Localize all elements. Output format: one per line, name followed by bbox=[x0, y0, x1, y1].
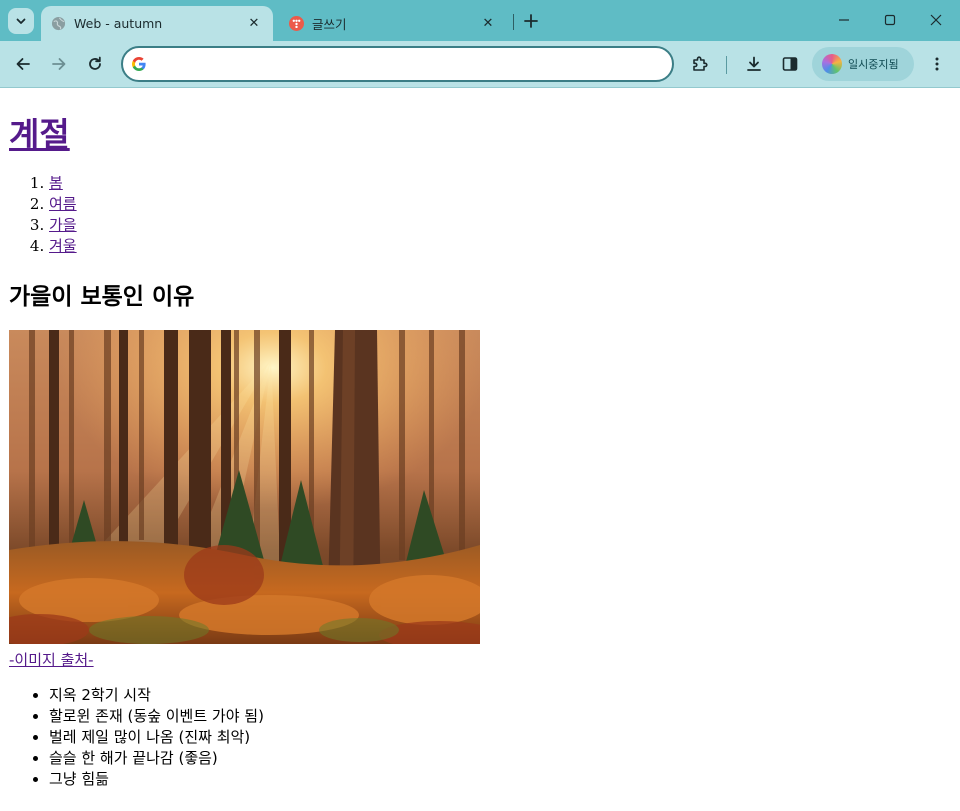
menu-button[interactable] bbox=[924, 51, 950, 77]
more-vertical-icon bbox=[935, 57, 939, 71]
avatar bbox=[822, 54, 842, 74]
download-icon bbox=[747, 56, 761, 71]
section-heading: 가을이 보통인 이유 bbox=[9, 284, 195, 310]
season-nav-list: 봄 여름 가을 겨울 bbox=[9, 173, 77, 257]
address-input[interactable] bbox=[153, 50, 672, 78]
arrow-left-icon bbox=[16, 58, 30, 70]
address-bar[interactable] bbox=[121, 46, 674, 82]
browser-toolbar: 일시중지됨 bbox=[0, 41, 960, 88]
page-title-link[interactable]: 계절 bbox=[9, 115, 70, 154]
tab-web-autumn[interactable]: Web - autumn ✕ bbox=[41, 6, 273, 41]
reasons-list: 지옥 2학기 시작 할로윈 존재 (동숲 이벤트 가야 됨) 벌레 제일 많이 … bbox=[9, 685, 264, 790]
downloads-button[interactable] bbox=[741, 51, 767, 77]
minimize-icon bbox=[839, 19, 849, 21]
nav-link-spring[interactable]: 봄 bbox=[49, 174, 63, 192]
profile-button[interactable]: 일시중지됨 bbox=[812, 47, 914, 81]
back-button[interactable] bbox=[10, 51, 36, 77]
image-source-link[interactable]: -이미지 출처- bbox=[9, 651, 94, 669]
side-panel-icon bbox=[782, 57, 798, 71]
minimize-button[interactable] bbox=[829, 8, 859, 32]
chevron-down-icon bbox=[16, 18, 26, 24]
tab-write[interactable]: 글쓰기 ✕ bbox=[279, 6, 507, 41]
forward-button[interactable] bbox=[46, 51, 72, 77]
nav-link-autumn[interactable]: 가을 bbox=[49, 216, 77, 234]
tistory-icon bbox=[289, 16, 304, 31]
globe-icon bbox=[51, 16, 66, 31]
reload-icon bbox=[89, 56, 101, 70]
nav-link-summer[interactable]: 여름 bbox=[49, 195, 77, 213]
tab-title: Web - autumn bbox=[74, 16, 163, 31]
maximize-button[interactable] bbox=[875, 8, 905, 32]
list-item: 슬슬 한 해가 끝나감 (좋음) bbox=[49, 748, 264, 769]
image-source: -이미지 출처- bbox=[9, 649, 94, 670]
new-tab-button[interactable] bbox=[520, 10, 542, 32]
toolbar-separator bbox=[726, 56, 727, 74]
maximize-icon bbox=[884, 14, 896, 26]
tab-strip: Web - autumn ✕ 글쓰기 ✕ bbox=[0, 0, 960, 41]
side-panel-button[interactable] bbox=[777, 51, 803, 77]
list-item: 가을 bbox=[49, 215, 77, 236]
list-item: 할로윈 존재 (동숲 이벤트 가야 됨) bbox=[49, 706, 264, 727]
profile-status-label: 일시중지됨 bbox=[848, 58, 899, 71]
reload-button[interactable] bbox=[82, 51, 108, 77]
tab-close-icon[interactable]: ✕ bbox=[479, 15, 497, 33]
close-icon bbox=[930, 14, 942, 26]
plus-icon bbox=[524, 14, 538, 28]
browser-chrome: Web - autumn ✕ 글쓰기 ✕ 일시중지됨 bbox=[0, 0, 960, 88]
nav-link-winter[interactable]: 겨울 bbox=[49, 237, 77, 255]
close-window-button[interactable] bbox=[921, 8, 951, 32]
page-title: 계절 bbox=[9, 108, 70, 156]
autumn-forest-image bbox=[9, 330, 480, 644]
puzzle-icon bbox=[693, 56, 708, 71]
arrow-right-icon bbox=[52, 58, 66, 70]
extensions-button[interactable] bbox=[687, 51, 713, 77]
list-item: 봄 bbox=[49, 173, 77, 194]
list-item: 그냥 힘듦 bbox=[49, 769, 264, 790]
list-item: 겨울 bbox=[49, 236, 77, 257]
list-item: 벌레 제일 많이 나옴 (진짜 최악) bbox=[49, 727, 264, 748]
tab-separator bbox=[513, 14, 514, 30]
google-g-icon bbox=[132, 57, 146, 71]
list-item: 지옥 2학기 시작 bbox=[49, 685, 264, 706]
tab-close-icon[interactable]: ✕ bbox=[245, 15, 263, 33]
page-content: 계절 봄 여름 가을 겨울 가을이 보통인 이유 bbox=[0, 88, 960, 811]
list-item: 여름 bbox=[49, 194, 77, 215]
tab-title: 글쓰기 bbox=[312, 17, 347, 32]
tab-search-button[interactable] bbox=[8, 8, 34, 34]
